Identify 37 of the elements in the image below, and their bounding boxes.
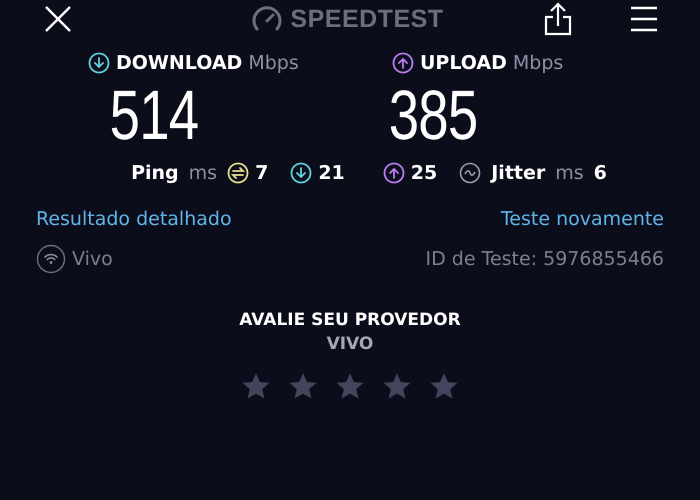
metric-label: DOWNLOAD: [116, 52, 242, 74]
upload-icon: [392, 52, 414, 74]
rating-provider: VIVO: [326, 334, 374, 354]
star-button[interactable]: [382, 372, 412, 400]
ping-value: 25: [410, 162, 438, 184]
menu-button[interactable]: [630, 6, 658, 32]
ping-label: Ping: [131, 162, 179, 184]
wifi-icon: [36, 244, 66, 274]
gauge-icon: [252, 6, 282, 32]
retest-link[interactable]: Teste novamente: [500, 208, 664, 230]
unit-label: Mbps: [512, 52, 564, 74]
star-button[interactable]: [429, 372, 459, 400]
close-button[interactable]: [44, 5, 72, 33]
speed-value: 514: [108, 80, 200, 150]
provider-name: Vivo: [72, 248, 113, 270]
unit-label: Mbps: [248, 52, 299, 74]
unit-label: ms: [555, 162, 584, 184]
star-button[interactable]: [241, 372, 271, 400]
speed-value: 385: [388, 80, 478, 150]
download-icon: [88, 52, 110, 74]
star-button[interactable]: [288, 372, 318, 400]
download-icon: [290, 162, 312, 184]
test-id: ID de Teste: 5976855466: [426, 248, 664, 270]
upload-icon: [382, 162, 405, 184]
unit-label: ms: [188, 162, 218, 184]
ping-icon: [227, 162, 250, 184]
rating-title: AVALIE SEU PROVEDOR: [239, 310, 461, 330]
metric-label: UPLOAD: [420, 52, 507, 74]
jitter-label: Jitter: [491, 162, 546, 184]
logo-text: SPEEDTEST: [290, 4, 444, 34]
jitter-value: 6: [594, 162, 607, 184]
ping-value: 21: [318, 162, 345, 184]
ping-value: 7: [255, 162, 268, 184]
share-button[interactable]: [544, 2, 572, 36]
details-link[interactable]: Resultado detalhado: [36, 208, 232, 230]
jitter-icon: [459, 162, 482, 184]
star-button[interactable]: [335, 372, 365, 400]
